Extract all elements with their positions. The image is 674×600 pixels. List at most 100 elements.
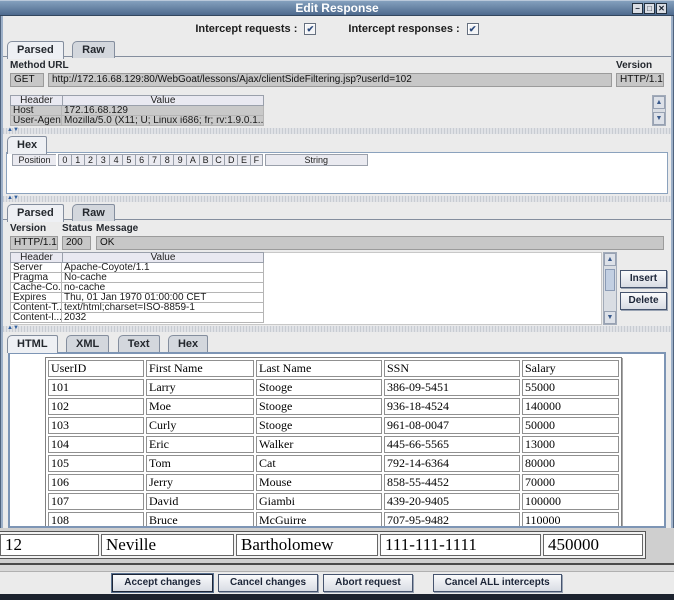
hex-byte-header: 2 [84, 154, 97, 166]
url-label: URL [48, 60, 69, 71]
method-label: Method [10, 60, 46, 71]
response-header-row[interactable]: Content-T... text/html;charset=ISO-8859-… [10, 303, 264, 313]
url-field[interactable]: http://172.16.68.129:80/WebGoat/lessons/… [48, 73, 612, 87]
response-tab-raw[interactable]: Raw [72, 204, 115, 221]
footer-button-bar: Accept changes Cancel changes Abort requ… [0, 572, 674, 594]
hex-tab[interactable]: Hex [7, 136, 47, 154]
content-tab-text[interactable]: Text [118, 335, 160, 352]
table-row: 102MoeStooge 936-18-4524140000 [48, 398, 619, 415]
hex-byte-header: 5 [122, 154, 135, 166]
employee-table-body: 101LarryStooge 386-09-545155000 102MoeSt… [48, 379, 619, 528]
response-header-row[interactable]: Content-l... 2032 [10, 313, 264, 323]
table-row: 103CurlyStooge 961-08-004750000 [48, 417, 619, 434]
hex-byte-header: 0 [58, 154, 71, 166]
response-header-row[interactable]: Expires Thu, 01 Jan 1970 01:00:00 CET [10, 293, 264, 303]
response-headers-scrollbar[interactable]: ▲ ▼ [603, 252, 617, 325]
hex-byte-header: C [212, 154, 225, 166]
response-headers-rows: Server Apache-Coyote/1.1 Pragma No-cache… [10, 263, 264, 323]
content-tab-html[interactable]: HTML [7, 335, 58, 353]
maximize-icon[interactable]: □ [644, 3, 655, 14]
hex-byte-header: 1 [71, 154, 84, 166]
split-divider-1[interactable]: ▲▼ [3, 128, 671, 134]
background-table-row: 12 Neville Bartholomew 111-111-1111 4500… [0, 531, 646, 559]
col-first-name: First Name [146, 360, 254, 377]
request-headers-col-header: Header [10, 95, 62, 106]
hex-string-header: String [265, 154, 368, 166]
table-row: 12 Neville Bartholomew 111-111-1111 4500… [0, 534, 643, 556]
request-tabs: Parsed Raw [3, 40, 671, 57]
request-header-row[interactable]: Host 172.16.68.129 [10, 106, 264, 116]
request-header-row[interactable]: User-Agent Mozilla/5.0 (X11; U; Linux i6… [10, 116, 264, 126]
delete-button[interactable]: Delete [620, 292, 667, 310]
request-headers-scrollbar[interactable]: ▲ ▼ [652, 95, 666, 126]
response-headers-col-header: Header [10, 252, 62, 263]
col-salary: Salary [522, 360, 619, 377]
hex-byte-headers: 0123456789ABCDEF [58, 154, 263, 166]
request-tab-raw[interactable]: Raw [72, 41, 115, 58]
scrollbar-thumb[interactable] [605, 269, 615, 291]
response-header-row[interactable]: Pragma No-cache [10, 273, 264, 283]
hex-byte-header: F [250, 154, 263, 166]
hex-byte-header: 9 [173, 154, 186, 166]
hex-byte-header: 3 [96, 154, 109, 166]
content-tab-hex[interactable]: Hex [168, 335, 208, 352]
insert-button[interactable]: Insert [620, 270, 667, 288]
response-version-label: Version [10, 223, 46, 234]
cancel-changes-button[interactable]: Cancel changes [218, 574, 318, 592]
table-row: 106JerryMouse 858-55-445270000 [48, 474, 619, 491]
table-row: 104EricWalker 445-66-556513000 [48, 436, 619, 453]
window-bottom-edge [0, 563, 674, 572]
col-last-name: Last Name [256, 360, 382, 377]
divider-down-icon[interactable]: ▼ [13, 195, 19, 201]
hex-position-header: Position [12, 154, 56, 166]
abort-request-button[interactable]: Abort request [323, 574, 413, 592]
hex-byte-header: B [199, 154, 212, 166]
response-status-label: Status [62, 223, 93, 234]
intercept-requests-checkbox[interactable]: ✔ [304, 23, 316, 35]
split-divider-2[interactable]: ▲▼ [3, 196, 671, 202]
content-tabs: HTML XML Text Hex [3, 334, 671, 351]
response-status-field[interactable]: 200 [62, 236, 91, 250]
window-title: Edit Response [295, 1, 378, 15]
response-header-row[interactable]: Cache-Co... no-cache [10, 283, 264, 293]
request-headers-rows: Host 172.16.68.129 User-Agent Mozilla/5.… [10, 106, 264, 126]
table-row: 107DavidGiambi 439-20-9405100000 [48, 493, 619, 510]
title-bar[interactable]: Edit Response − □ ✕ [0, 0, 674, 16]
response-headers-col-value: Value [62, 252, 264, 263]
intercept-requests-label: Intercept requests : [195, 23, 297, 35]
overlay-first-name: Neville [101, 534, 234, 556]
scroll-down-icon[interactable]: ▼ [653, 112, 665, 125]
response-version-field[interactable]: HTTP/1.1 [10, 236, 58, 250]
request-tab-parsed[interactable]: Parsed [7, 41, 64, 59]
cancel-all-intercepts-button[interactable]: Cancel ALL intercepts [433, 574, 562, 592]
response-header-row[interactable]: Server Apache-Coyote/1.1 [10, 263, 264, 273]
table-row: 105TomCat 792-14-636480000 [48, 455, 619, 472]
background-window-strip: 12 Neville Bartholomew 111-111-1111 4500… [0, 528, 674, 563]
divider-down-icon[interactable]: ▼ [13, 325, 19, 331]
scroll-up-icon[interactable]: ▲ [653, 96, 665, 109]
table-row: 108BruceMcGuirre 707-95-9482110000 [48, 512, 619, 528]
hex-byte-header: 6 [135, 154, 148, 166]
method-field[interactable]: GET [10, 73, 44, 87]
response-message-field[interactable]: OK [96, 236, 664, 250]
close-icon[interactable]: ✕ [656, 3, 667, 14]
content-tab-xml[interactable]: XML [66, 335, 109, 352]
request-headers-table: Header Value Host 172.16.68.129 User-Age… [10, 95, 264, 126]
html-content-viewport[interactable]: UserID First Name Last Name SSN Salary 1… [8, 352, 666, 528]
response-tab-parsed[interactable]: Parsed [7, 204, 64, 222]
desktop-edge [0, 594, 674, 600]
minimize-icon[interactable]: − [632, 3, 643, 14]
scroll-down-icon[interactable]: ▼ [604, 311, 616, 324]
scroll-up-icon[interactable]: ▲ [604, 253, 616, 266]
overlay-ssn: 111-111-1111 [380, 534, 541, 556]
intercept-responses-checkbox[interactable]: ✔ [467, 23, 479, 35]
split-divider-3[interactable]: ▲▼ [3, 326, 671, 332]
response-message-label: Message [96, 223, 138, 234]
col-userid: UserID [48, 360, 144, 377]
table-row: 101LarryStooge 386-09-545155000 [48, 379, 619, 396]
accept-changes-button[interactable]: Accept changes [112, 574, 213, 592]
intercept-responses-label: Intercept responses : [348, 23, 459, 35]
hex-tabs: Hex [3, 135, 671, 152]
request-version-field[interactable]: HTTP/1.1 [616, 73, 664, 87]
divider-down-icon[interactable]: ▼ [13, 127, 19, 133]
